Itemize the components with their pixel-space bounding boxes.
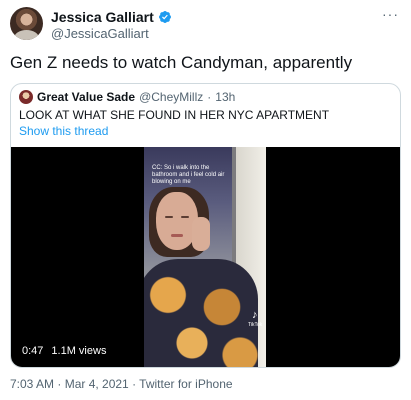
quoted-author-handle[interactable]: @CheyMillz [139,90,203,104]
quoted-tweet-time[interactable]: 13h [215,90,235,104]
author-name-row: Jessica Galliart [51,9,172,25]
quoted-tweet-header: Great Value Sade @CheyMillz · 13h [19,90,235,104]
video-views: 1.1M views [51,345,107,357]
tweet-text: Gen Z needs to watch Candyman, apparentl… [10,53,353,72]
quoted-author-name[interactable]: Great Value Sade [37,90,135,104]
avatar-figure [14,30,39,40]
author-display-name[interactable]: Jessica Galliart [51,9,154,25]
tiktok-watermark: TikTok [248,322,263,328]
person-eye [181,216,189,218]
author-handle[interactable]: @JessicaGalliart [51,26,149,41]
tiktok-icon: ♪ [252,309,258,321]
video-caption: CC: So i walk into the bathroom and i fe… [152,165,225,185]
author-avatar[interactable] [10,7,43,40]
tweet-timestamp[interactable]: 7:03 AM · Mar 4, 2021 · Twitter for iPho… [10,377,233,391]
video-player[interactable]: CC: So i walk into the bathroom and i fe… [11,147,400,367]
person-shirt [144,259,258,367]
person-mouth [171,234,183,237]
quoted-author-avatar[interactable] [19,90,33,104]
video-meta: 0:47 1.1M views [22,345,106,357]
show-thread-link[interactable]: Show this thread [19,124,108,138]
quoted-tweet-text: LOOK AT WHAT SHE FOUND IN HER NYC APARTM… [19,108,330,122]
separator-dot: · [207,90,212,104]
person-eye [165,216,173,218]
person-hand [192,217,210,251]
more-options-icon[interactable]: ··· [382,6,399,22]
quoted-tweet[interactable]: Great Value Sade @CheyMillz · 13h LOOK A… [10,83,401,368]
video-frame: CC: So i walk into the bathroom and i fe… [144,147,266,367]
video-duration: 0:47 [22,345,44,357]
verified-badge-icon [158,11,171,23]
